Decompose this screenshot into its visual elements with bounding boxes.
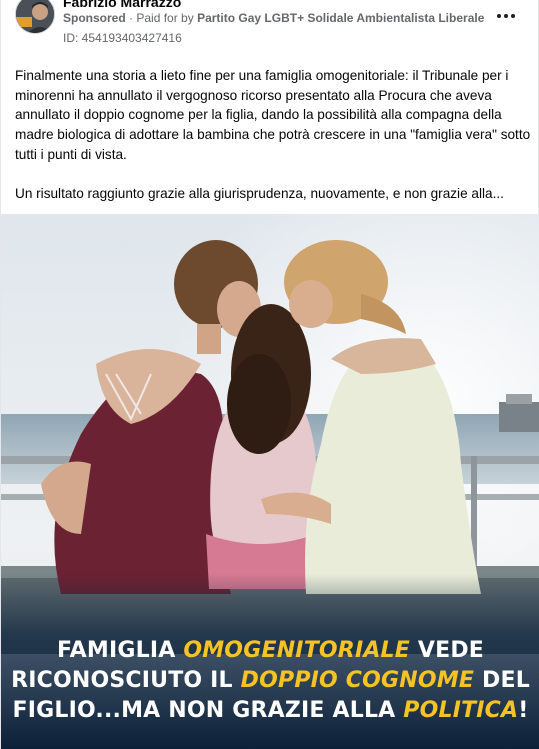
separator: ·	[129, 11, 134, 25]
profile-photo-icon	[16, 0, 54, 33]
headline-text: FIGLIO...MA NON GRAZIE ALLA	[12, 698, 404, 723]
more-dot	[504, 14, 508, 18]
ad-id: ID: 454193403427416	[63, 31, 182, 45]
caption-paragraph: Finalmente una storia a lieto fine per u…	[15, 68, 531, 162]
image-headline: FAMIGLIA OMOGENITORIALE VEDE RICONOSCIUT…	[1, 636, 539, 726]
sponsored-label: Sponsored	[63, 11, 126, 25]
headline-line-2: RICONOSCIUTO IL DOPPIO COGNOME DEL	[1, 666, 539, 696]
post-caption: Finalmente una storia a lieto fine per u…	[15, 66, 531, 223]
advertiser-name[interactable]: Partito Gay LGBT+ Solidale Ambientalista…	[197, 11, 484, 25]
headline-line-3: FIGLIO...MA NON GRAZIE ALLA POLITICA!	[1, 696, 539, 726]
headline-highlight: DOPPIO COGNOME	[240, 668, 475, 693]
more-horizontal-icon	[497, 14, 501, 18]
paid-for-label: Paid for by	[136, 11, 194, 25]
headline-line-1: FAMIGLIA OMOGENITORIALE VEDE	[1, 636, 539, 666]
headline-text: RICONOSCIUTO IL	[11, 668, 241, 693]
author-name[interactable]: Fabrizio Marrazzo	[63, 0, 181, 10]
headline-text: !	[518, 698, 529, 723]
sponsored-post: Fabrizio Marrazzo Sponsored · Paid for b…	[0, 0, 539, 749]
headline-highlight: POLITICA	[403, 698, 519, 723]
headline-text: FAMIGLIA	[56, 638, 184, 663]
headline-text: DEL	[474, 668, 530, 693]
sponsor-line: Sponsored · Paid for by Partito Gay LGBT…	[63, 11, 484, 25]
headline-text: VEDE	[410, 638, 485, 663]
caption-paragraph-truncated[interactable]: Un risultato raggiunto grazie alla giuri…	[15, 184, 531, 204]
avatar[interactable]	[15, 0, 55, 34]
more-options-button[interactable]	[492, 6, 520, 26]
post-header: Fabrizio Marrazzo Sponsored · Paid for b…	[1, 0, 539, 52]
more-dot	[511, 14, 515, 18]
headline-highlight: OMOGENITORIALE	[183, 638, 411, 663]
